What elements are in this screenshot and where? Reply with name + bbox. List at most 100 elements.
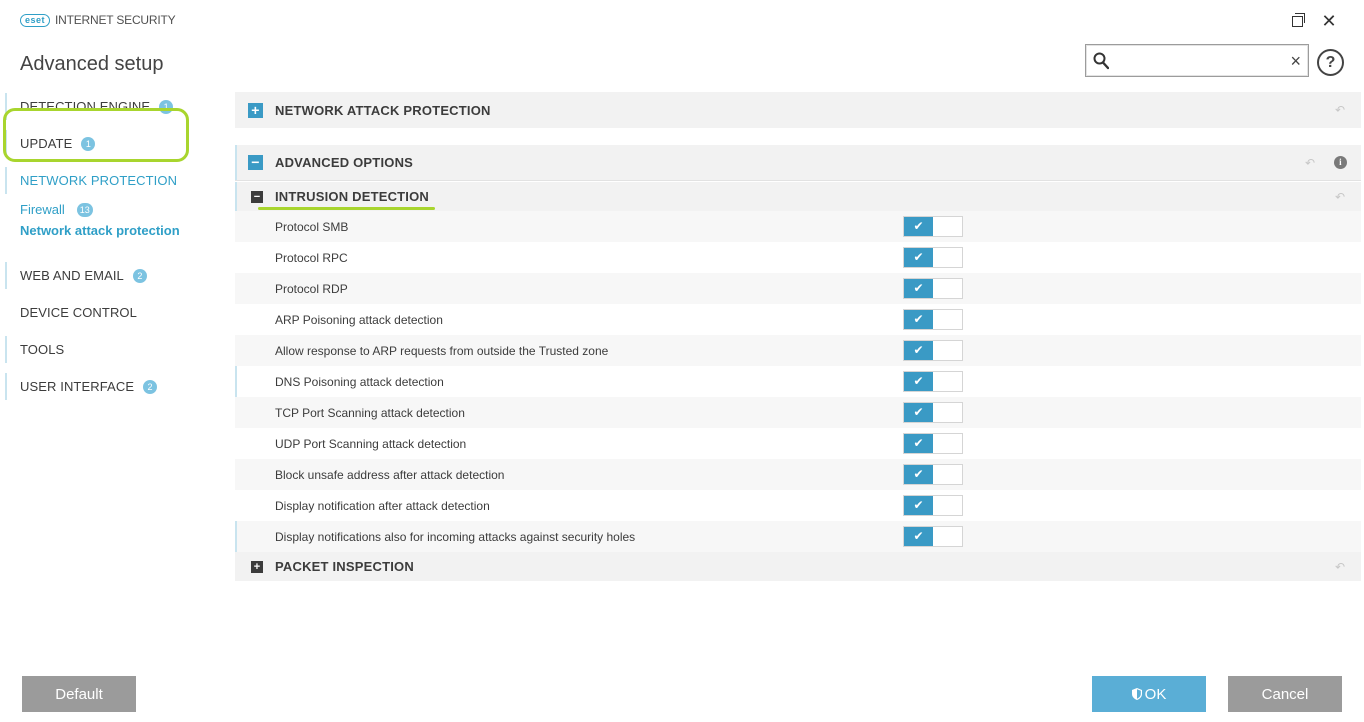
revert-icon[interactable]: ↶ bbox=[1335, 191, 1347, 203]
setting-toggle[interactable]: ✔ bbox=[903, 309, 963, 330]
checkmark-icon: ✔ bbox=[904, 279, 933, 298]
section-advanced-options[interactable]: − ADVANCED OPTIONS ↶ i bbox=[235, 145, 1361, 181]
setting-toggle[interactable]: ✔ bbox=[903, 464, 963, 485]
close-icon: ✕ bbox=[1321, 11, 1337, 31]
collapse-icon[interactable]: − bbox=[248, 155, 263, 170]
section-network-attack-protection[interactable]: + NETWORK ATTACK PROTECTION ↶ bbox=[235, 92, 1361, 128]
sidebar-item-device-control[interactable]: DEVICE CONTROL bbox=[0, 294, 225, 331]
ok-button[interactable]: OK bbox=[1092, 676, 1206, 712]
setting-row: Block unsafe address after attack detect… bbox=[235, 459, 1361, 490]
setting-row: Allow response to ARP requests from outs… bbox=[235, 335, 1361, 366]
ok-button-label: OK bbox=[1144, 685, 1167, 703]
logo-badge: eset bbox=[20, 13, 51, 27]
count-badge: 13 bbox=[76, 202, 93, 217]
sidebar-item-network-attack-protection[interactable]: Network attack protection bbox=[20, 220, 225, 241]
help-icon[interactable]: ? bbox=[1317, 49, 1344, 76]
cancel-button[interactable]: Cancel bbox=[1228, 676, 1342, 712]
expand-icon[interactable]: + bbox=[248, 102, 263, 118]
cancel-button-label: Cancel bbox=[1261, 685, 1309, 703]
setting-row: ARP Poisoning attack detection ✔ bbox=[235, 304, 1361, 335]
checkmark-icon: ✔ bbox=[904, 372, 933, 391]
sidebar-item-firewall[interactable]: Firewall 13 bbox=[20, 199, 225, 220]
setting-toggle[interactable]: ✔ bbox=[903, 340, 963, 361]
setting-label: Protocol SMB bbox=[275, 219, 349, 234]
sidebar-item-label: TOOLS bbox=[20, 342, 65, 357]
highlight-underline bbox=[258, 207, 435, 210]
setting-label: DNS Poisoning attack detection bbox=[275, 374, 444, 389]
setting-label: Allow response to ARP requests from outs… bbox=[275, 343, 609, 358]
count-badge: 2 bbox=[143, 379, 158, 394]
collapse-icon[interactable]: − bbox=[251, 190, 263, 203]
setting-row: Protocol SMB ✔ bbox=[235, 211, 1361, 242]
setting-label: Block unsafe address after attack detect… bbox=[275, 467, 505, 482]
setting-label: Display notification after attack detect… bbox=[275, 498, 490, 513]
setting-label: ARP Poisoning attack detection bbox=[275, 312, 443, 327]
setting-row: Protocol RDP ✔ bbox=[235, 273, 1361, 304]
checkmark-icon: ✔ bbox=[904, 496, 933, 515]
checkmark-icon: ✔ bbox=[904, 248, 933, 267]
info-icon[interactable]: i bbox=[1334, 156, 1347, 169]
expand-icon[interactable]: + bbox=[251, 560, 263, 573]
checkmark-icon: ✔ bbox=[904, 434, 933, 453]
default-button-label: Default bbox=[55, 685, 103, 703]
restore-window-button[interactable] bbox=[1287, 11, 1307, 31]
setting-row: Protocol RPC ✔ bbox=[235, 242, 1361, 273]
close-window-button[interactable]: ✕ bbox=[1319, 11, 1339, 31]
checkmark-icon: ✔ bbox=[904, 403, 933, 422]
checkmark-icon: ✔ bbox=[904, 217, 933, 236]
setting-label: Display notifications also for incoming … bbox=[275, 529, 636, 544]
setting-toggle[interactable]: ✔ bbox=[903, 433, 963, 454]
clear-search-icon[interactable]: × bbox=[1290, 50, 1301, 72]
shield-icon bbox=[1131, 688, 1142, 700]
product-name: INTERNET SECURITY bbox=[55, 13, 176, 27]
network-protection-subitems: Firewall 13 Network attack protection bbox=[0, 199, 225, 257]
setting-toggle[interactable]: ✔ bbox=[903, 495, 963, 516]
revert-icon[interactable]: ↶ bbox=[1335, 561, 1347, 573]
setting-label: Protocol RDP bbox=[275, 281, 348, 296]
intrusion-detection-settings: Protocol SMB ✔ Protocol RPC ✔ Protocol RDP ✔ A… bbox=[235, 211, 1361, 552]
section-title: ADVANCED OPTIONS bbox=[275, 155, 414, 170]
sidebar-item-web-and-email[interactable]: WEB AND EMAIL 2 bbox=[0, 257, 225, 294]
setting-label: UDP Port Scanning attack detection bbox=[275, 436, 467, 451]
setting-toggle[interactable]: ✔ bbox=[903, 371, 963, 392]
setting-label: Protocol RPC bbox=[275, 250, 348, 265]
sidebar-item-label: Network attack protection bbox=[20, 223, 180, 238]
sidebar-item-tools[interactable]: TOOLS bbox=[0, 331, 225, 368]
setting-row: TCP Port Scanning attack detection ✔ bbox=[235, 397, 1361, 428]
checkmark-icon: ✔ bbox=[904, 527, 933, 546]
setting-row: UDP Port Scanning attack detection ✔ bbox=[235, 428, 1361, 459]
search-icon bbox=[1093, 52, 1109, 70]
sidebar-item-label: Firewall bbox=[20, 202, 65, 217]
restore-icon bbox=[1291, 12, 1305, 27]
sidebar-item-label: WEB AND EMAIL bbox=[20, 268, 124, 283]
sidebar-item-label: USER INTERFACE bbox=[20, 379, 135, 394]
setting-row: DNS Poisoning attack detection ✔ bbox=[235, 366, 1361, 397]
section-title: NETWORK ATTACK PROTECTION bbox=[275, 102, 491, 118]
revert-icon[interactable]: ↶ bbox=[1335, 104, 1347, 116]
highlight-annotation bbox=[3, 108, 189, 162]
count-badge: 2 bbox=[132, 268, 147, 283]
setting-toggle[interactable]: ✔ bbox=[903, 247, 963, 268]
section-title: PACKET INSPECTION bbox=[275, 559, 414, 574]
checkmark-icon: ✔ bbox=[904, 465, 933, 484]
setting-row: Display notifications also for incoming … bbox=[235, 521, 1361, 552]
revert-icon[interactable]: ↶ bbox=[1305, 157, 1317, 169]
eset-logo: eset INTERNET SECURITY bbox=[20, 13, 176, 27]
sidebar-item-label: NETWORK PROTECTION bbox=[20, 173, 178, 188]
setting-toggle[interactable]: ✔ bbox=[903, 216, 963, 237]
search-input[interactable] bbox=[1116, 49, 1276, 73]
setting-toggle[interactable]: ✔ bbox=[903, 526, 963, 547]
sidebar-item-label: DEVICE CONTROL bbox=[20, 305, 137, 320]
section-packet-inspection[interactable]: + PACKET INSPECTION ↶ bbox=[235, 552, 1361, 581]
checkmark-icon: ✔ bbox=[904, 310, 933, 329]
checkmark-icon: ✔ bbox=[904, 341, 933, 360]
setting-toggle[interactable]: ✔ bbox=[903, 278, 963, 299]
sidebar-item-network-protection[interactable]: NETWORK PROTECTION bbox=[0, 162, 225, 199]
sidebar-item-user-interface[interactable]: USER INTERFACE 2 bbox=[0, 368, 225, 405]
page-title: Advanced setup bbox=[20, 53, 164, 75]
default-button[interactable]: Default bbox=[22, 676, 136, 712]
search-box[interactable]: × bbox=[1085, 44, 1309, 77]
setting-toggle[interactable]: ✔ bbox=[903, 402, 963, 423]
setting-row: Display notification after attack detect… bbox=[235, 490, 1361, 521]
section-title: INTRUSION DETECTION bbox=[275, 189, 430, 204]
